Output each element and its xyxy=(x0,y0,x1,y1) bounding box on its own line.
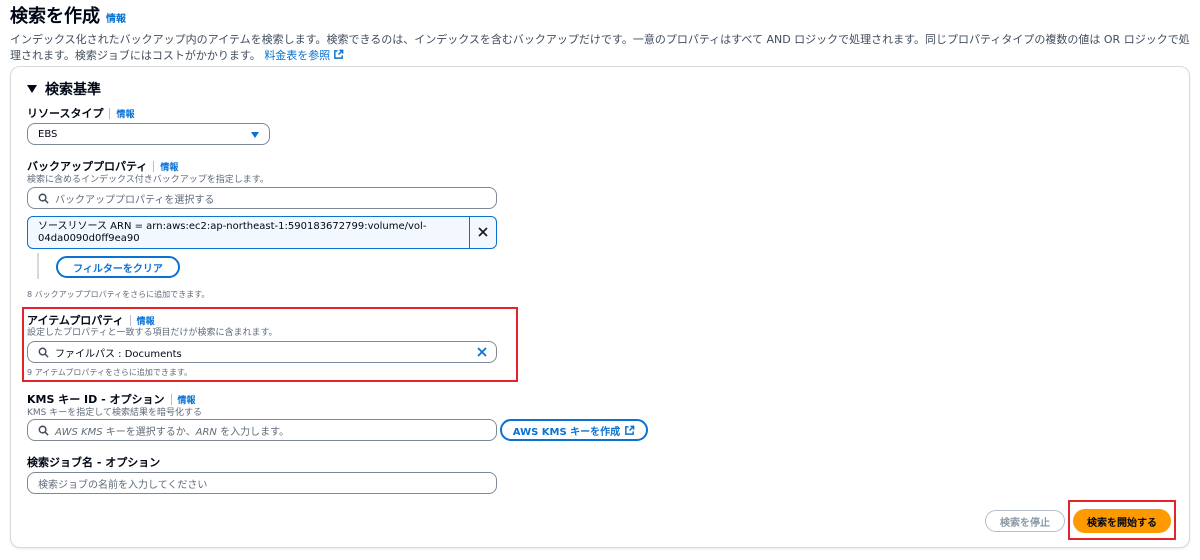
stop-search-label: 検索を停止 xyxy=(1000,517,1050,529)
section-title: 検索基準 xyxy=(45,82,101,98)
kms-placeholder-b: キーを選択するか、 xyxy=(102,426,196,438)
resource-type-info-link[interactable]: 情報 xyxy=(116,107,134,120)
token-divider xyxy=(469,217,470,248)
token-line-2: 04da0090d0ff9ea90 xyxy=(38,233,140,244)
job-name-placeholder: 検索ジョブの名前を入力してください xyxy=(38,479,208,491)
pricing-link[interactable]: 料金表を参照 xyxy=(264,49,344,62)
resource-type-value: EBS xyxy=(38,128,58,140)
label-separator xyxy=(170,393,172,405)
item-props-hint: 9 アイテムプロパティをさらに追加できます。 xyxy=(27,368,193,377)
token-remove-icon[interactable] xyxy=(477,226,489,238)
job-name-input[interactable]: 検索ジョブの名前を入力してください xyxy=(27,472,497,494)
resource-type-select[interactable]: EBS xyxy=(27,123,270,145)
create-kms-key-button[interactable]: AWS KMS キーを作成 xyxy=(500,419,648,441)
kms-description: KMS キーを指定して検索結果を暗号化する xyxy=(27,408,202,418)
label-separator xyxy=(109,107,111,119)
external-link-icon xyxy=(334,49,344,59)
stop-search-button[interactable]: 検索を停止 xyxy=(985,510,1065,532)
item-props-search-input[interactable]: ファイルパス : Documents xyxy=(27,341,497,363)
token-label: ソースリソース ARN = arn:aws:ec2:ap-northeast-1… xyxy=(38,221,468,245)
clear-input-icon[interactable] xyxy=(476,346,488,358)
page-description-text: インデックス化されたバックアップ内のアイテムを検索します。検索できるのは、インデ… xyxy=(10,33,1190,62)
backup-props-description: 検索に含めるインデックス付きバックアップを指定します。 xyxy=(27,175,269,185)
token-group-line xyxy=(37,253,39,279)
token-line-1: ソースリソース ARN = arn:aws:ec2:ap-northeast-1… xyxy=(38,221,427,232)
item-props-description: 設定したプロパティと一致する項目だけが検索に含まれます。 xyxy=(27,328,278,338)
title-info-link[interactable]: 情報 xyxy=(106,10,126,25)
job-name-label-text: 検索ジョブ名 - オプション xyxy=(27,456,161,469)
page-description: インデックス化されたバックアップ内のアイテムを検索します。検索できるのは、インデ… xyxy=(10,32,1192,64)
pricing-link-label: 料金表を参照 xyxy=(264,49,331,62)
kms-placeholder-c: ARN xyxy=(195,426,217,438)
clear-filter-button[interactable]: フィルターをクリア xyxy=(56,256,180,278)
caret-down-icon xyxy=(27,85,37,93)
job-name-label: 検索ジョブ名 - オプション xyxy=(27,454,160,470)
section-toggle[interactable]: 検索基準 xyxy=(27,79,101,99)
item-props-value: ファイルパス : Documents xyxy=(55,348,182,360)
page-title: 検索を作成 xyxy=(10,6,100,27)
create-kms-key-label: AWS KMS キーを作成 xyxy=(512,426,621,438)
backup-props-hint: 8 バックアッププロパティをさらに追加できます。 xyxy=(27,290,210,299)
start-search-label: 検索を開始する xyxy=(1087,517,1157,529)
search-icon xyxy=(38,193,49,204)
clear-filter-label: フィルターをクリア xyxy=(73,263,163,275)
resource-type-label-text: リソースタイプ xyxy=(27,107,104,120)
dropdown-triangle-icon xyxy=(251,132,259,138)
kms-placeholder: AWS KMS キーを選択するか、ARN を入力します。 xyxy=(55,423,289,438)
kms-search-input[interactable]: AWS KMS キーを選択するか、ARN を入力します。 xyxy=(27,419,497,441)
search-icon xyxy=(38,425,49,436)
external-link-icon xyxy=(625,425,635,435)
resource-type-label: リソースタイプ 情報 xyxy=(27,105,134,121)
backup-props-token: ソースリソース ARN = arn:aws:ec2:ap-northeast-1… xyxy=(27,216,497,249)
start-search-button[interactable]: 検索を開始する xyxy=(1073,509,1171,533)
label-separator xyxy=(153,160,155,172)
kms-placeholder-d: を入力します。 xyxy=(216,426,290,438)
page-header: 検索を作成 情報 インデックス化されたバックアップ内のアイテムを検索します。検索… xyxy=(10,2,1192,64)
kms-info-link[interactable]: 情報 xyxy=(178,393,196,406)
search-criteria-container: 検索基準 リソースタイプ 情報 EBS バックアッププロパティ 情報 検索に含め… xyxy=(10,66,1190,548)
backup-props-search-input[interactable]: バックアッププロパティを選択する xyxy=(27,187,497,209)
search-icon xyxy=(38,347,49,358)
backup-props-placeholder: バックアッププロパティを選択する xyxy=(55,194,215,206)
kms-placeholder-a: AWS KMS xyxy=(55,426,103,438)
label-separator xyxy=(129,314,131,326)
backup-props-info-link[interactable]: 情報 xyxy=(160,160,178,173)
